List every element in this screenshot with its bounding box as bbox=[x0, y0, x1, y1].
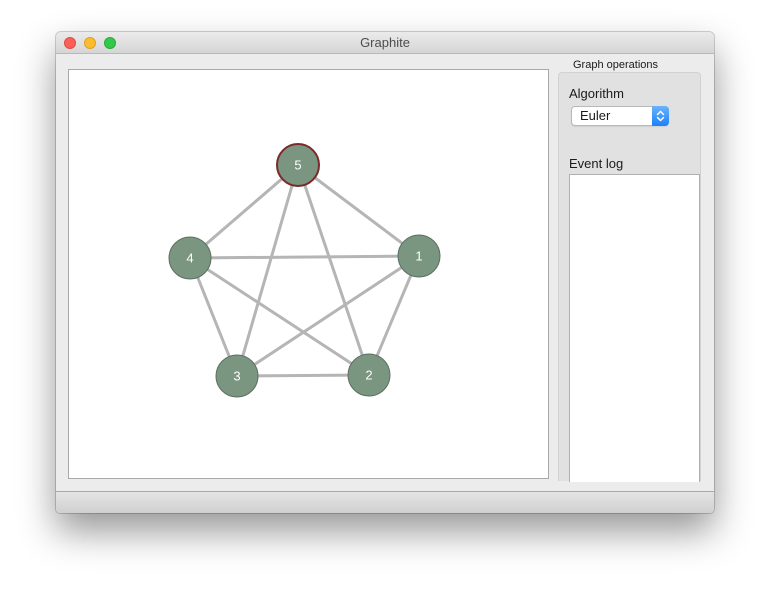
window-title: Graphite bbox=[360, 35, 410, 50]
graph-node-2[interactable]: 2 bbox=[347, 353, 391, 397]
graph-node-label-3: 3 bbox=[233, 369, 240, 384]
graph-node-label-5: 5 bbox=[294, 158, 301, 173]
edge-2-4[interactable] bbox=[189, 256, 370, 377]
graph-node-label-4: 4 bbox=[186, 251, 193, 266]
graph-node-1[interactable]: 1 bbox=[397, 234, 441, 278]
graph-operations-title: Graph operations bbox=[573, 59, 658, 71]
graph-view[interactable]: 1 2 3 4 5 bbox=[69, 70, 548, 478]
graph-node-5[interactable]: 5 bbox=[276, 143, 320, 187]
algorithm-label: Algorithm bbox=[569, 86, 624, 101]
event-log[interactable] bbox=[569, 174, 700, 482]
graph-operations-panel: Algorithm Euler Event log bbox=[558, 72, 701, 482]
edge-1-3[interactable] bbox=[236, 254, 420, 378]
edge-1-4[interactable] bbox=[189, 254, 420, 260]
event-log-label: Event log bbox=[569, 156, 624, 171]
title-bar[interactable]: Graphite bbox=[56, 32, 714, 54]
edge-5-3[interactable] bbox=[235, 164, 300, 377]
edge-5-1[interactable] bbox=[297, 163, 420, 258]
graph-node-label-2: 2 bbox=[365, 368, 372, 383]
algorithm-select-button[interactable] bbox=[652, 106, 669, 126]
algorithm-select[interactable]: Euler bbox=[571, 106, 669, 126]
graph-canvas[interactable]: 1 2 3 4 5 bbox=[68, 69, 549, 479]
graph-node-4[interactable]: 4 bbox=[168, 236, 212, 280]
graph-node-3[interactable]: 3 bbox=[215, 354, 259, 398]
status-bar bbox=[56, 491, 714, 513]
chevron-up-down-icon bbox=[656, 110, 665, 122]
graph-node-label-1: 1 bbox=[415, 249, 422, 264]
app-window: Graphite 1 2 3 4 5 Graph operations Algorith… bbox=[56, 32, 714, 513]
edge-5-2[interactable] bbox=[296, 164, 371, 376]
algorithm-select-value: Euler bbox=[580, 108, 611, 123]
